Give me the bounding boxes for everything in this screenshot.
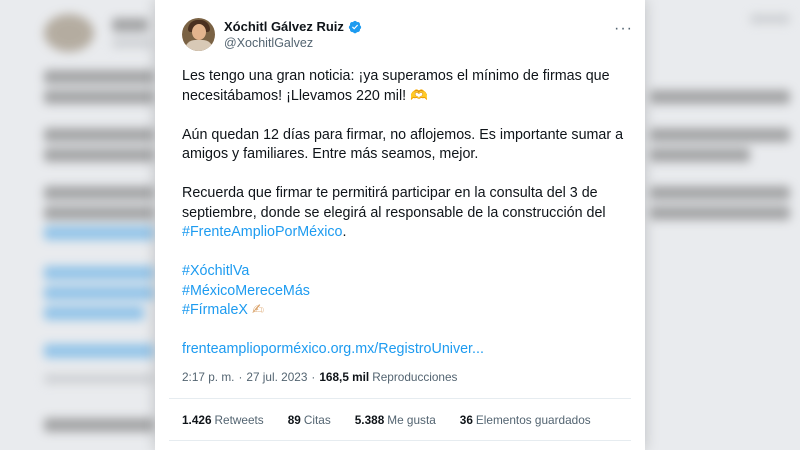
hashtag-block: #XóchitlVa #MéxicoMereceMás #FírmaleX ✍ [182,262,627,321]
background-text-line [44,186,154,200]
bookmarks-stat[interactable]: 36 Elementos guardados [460,413,591,427]
background-text-line [44,90,154,104]
paragraph-text: Aún quedan 12 días para firmar, no afloj… [182,126,624,163]
paragraph-text: Recuerda que firmar te permitirá partici… [182,185,606,221]
views-count: 168,5 mil [319,370,370,384]
tweet-date[interactable]: 27 jul. 2023 [246,370,307,384]
views-label: Reproducciones [372,370,458,384]
retweets-label: Retweets [214,413,264,427]
background-link-line [44,286,154,300]
hashtag-link[interactable]: #XóchitlVa [182,263,249,279]
bookmarks-label: Elementos guardados [475,413,591,427]
meta-separator: · [238,370,243,384]
background-right-line [750,14,790,24]
tweet-text: Les tengo una gran noticia: ¡ya superamo… [182,67,627,379]
hashtag-link[interactable]: #FírmaleX [182,302,248,318]
background-meta-line [44,374,154,384]
paragraph-text: Les tengo una gran noticia: ¡ya superamo… [182,68,610,104]
likes-label: Me gusta [387,413,436,427]
author-names: Xóchitl Gálvez Ruiz @XochitlGalvez [224,19,362,50]
background-right-line [650,90,790,104]
external-link[interactable]: frenteamplioporméxico.org.mx/RegistroUni… [182,341,484,357]
divider [169,440,631,441]
background-stats-line [44,418,154,432]
background-text-line [44,206,154,220]
meta-separator: · [311,370,316,384]
tweet-card: Xóchitl Gálvez Ruiz @XochitlGalvez ··· L… [155,0,645,450]
author-display-name[interactable]: Xóchitl Gálvez Ruiz [224,19,344,34]
quotes-stat[interactable]: 89 Citas [288,413,331,427]
avatar[interactable] [182,18,215,51]
hashtag-link[interactable]: #FrenteAmplioPorMéxico [182,224,343,240]
background-avatar [44,14,94,52]
tweet-stats: 1.426 Retweets 89 Citas 5.388 Me gusta 36 El… [182,413,615,427]
bookmarks-count: 36 [459,413,473,427]
heart-hands-emoji-icon: 🫶 [410,87,428,104]
background-link-line [44,266,154,280]
background-name [112,18,148,32]
background-link-line [44,226,154,240]
background-right-line [650,148,750,162]
background-handle [112,38,152,48]
background-right-line [650,186,790,200]
retweets-count: 1.426 [182,413,212,427]
tweet-paragraph: Les tengo una gran noticia: ¡ya superamo… [182,67,627,106]
tweet-meta: 2:17 p. m. · 27 jul. 2023 · 168,5 mil Re… [182,370,457,384]
divider [169,398,631,399]
writing-hand-emoji-icon: ✍ [251,302,264,318]
more-icon[interactable]: ··· [614,20,633,38]
background-text-line [44,148,154,162]
tweet-paragraph: Aún quedan 12 días para firmar, no afloj… [182,126,627,165]
verified-badge-icon [348,20,362,33]
background-right-line [650,206,790,220]
likes-count: 5.388 [354,413,385,427]
retweets-stat[interactable]: 1.426 Retweets [182,413,264,427]
background-text-line [44,70,154,84]
background-link-line [44,306,144,320]
author-handle[interactable]: @XochitlGalvez [224,36,362,50]
url-paragraph: frenteamplioporméxico.org.mx/RegistroUni… [182,340,627,360]
quotes-count: 89 [287,413,301,427]
background-text-line [44,128,154,142]
paragraph-end: . [342,224,347,240]
background-link-line [44,344,154,358]
quotes-label: Citas [303,413,331,427]
likes-stat[interactable]: 5.388 Me gusta [355,413,436,427]
background-right-line [650,128,790,142]
tweet-time[interactable]: 2:17 p. m. [182,370,234,384]
tweet-paragraph: Recuerda que firmar te permitirá partici… [182,184,627,243]
hashtag-link[interactable]: #MéxicoMereceMás [182,283,310,299]
tweet-header: Xóchitl Gálvez Ruiz @XochitlGalvez [182,18,362,51]
